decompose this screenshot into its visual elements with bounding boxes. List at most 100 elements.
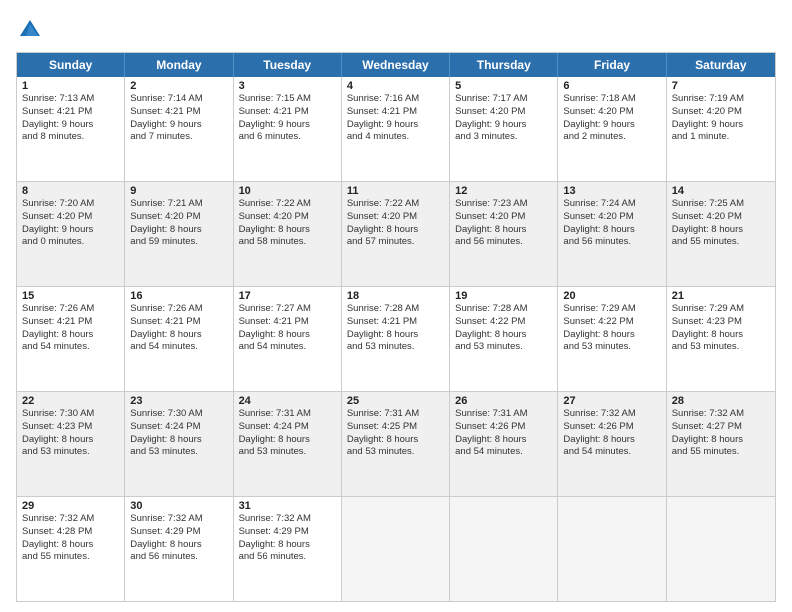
cell-info-line: and 1 minute.	[672, 131, 770, 144]
calendar-body: 1Sunrise: 7:13 AMSunset: 4:21 PMDaylight…	[17, 77, 775, 601]
table-row	[667, 497, 775, 601]
cell-info-line: Daylight: 8 hours	[347, 434, 444, 447]
cell-info-line: Sunset: 4:20 PM	[130, 211, 227, 224]
cell-info-line: Sunset: 4:21 PM	[130, 106, 227, 119]
day-number: 17	[239, 290, 336, 302]
cell-info-line: and 2 minutes.	[563, 131, 660, 144]
table-row: 20Sunrise: 7:29 AMSunset: 4:22 PMDayligh…	[558, 287, 666, 391]
table-row: 6Sunrise: 7:18 AMSunset: 4:20 PMDaylight…	[558, 77, 666, 181]
cell-info-line: Sunset: 4:21 PM	[22, 316, 119, 329]
cell-info-line: Sunrise: 7:31 AM	[239, 408, 336, 421]
day-number: 26	[455, 395, 552, 407]
header-day-saturday: Saturday	[667, 53, 775, 77]
table-row: 27Sunrise: 7:32 AMSunset: 4:26 PMDayligh…	[558, 392, 666, 496]
day-number: 23	[130, 395, 227, 407]
cell-info-line: Sunset: 4:23 PM	[672, 316, 770, 329]
cell-info-line: and 56 minutes.	[130, 551, 227, 564]
cell-info-line: Sunrise: 7:23 AM	[455, 198, 552, 211]
cell-info-line: Sunrise: 7:21 AM	[130, 198, 227, 211]
table-row: 5Sunrise: 7:17 AMSunset: 4:20 PMDaylight…	[450, 77, 558, 181]
cell-info-line: Daylight: 8 hours	[563, 224, 660, 237]
day-number: 14	[672, 185, 770, 197]
day-number: 1	[22, 80, 119, 92]
cell-info-line: and 55 minutes.	[672, 236, 770, 249]
calendar-week-2: 8Sunrise: 7:20 AMSunset: 4:20 PMDaylight…	[17, 181, 775, 286]
cell-info-line: Sunrise: 7:29 AM	[672, 303, 770, 316]
day-number: 28	[672, 395, 770, 407]
day-number: 18	[347, 290, 444, 302]
cell-info-line: Daylight: 8 hours	[672, 329, 770, 342]
table-row: 21Sunrise: 7:29 AMSunset: 4:23 PMDayligh…	[667, 287, 775, 391]
cell-info-line: Sunset: 4:28 PM	[22, 526, 119, 539]
cell-info-line: Daylight: 8 hours	[22, 434, 119, 447]
cell-info-line: Sunset: 4:21 PM	[22, 106, 119, 119]
day-number: 7	[672, 80, 770, 92]
table-row: 7Sunrise: 7:19 AMSunset: 4:20 PMDaylight…	[667, 77, 775, 181]
cell-info-line: Daylight: 8 hours	[130, 224, 227, 237]
calendar-week-5: 29Sunrise: 7:32 AMSunset: 4:28 PMDayligh…	[17, 496, 775, 601]
cell-info-line: and 53 minutes.	[130, 446, 227, 459]
table-row: 23Sunrise: 7:30 AMSunset: 4:24 PMDayligh…	[125, 392, 233, 496]
cell-info-line: and 3 minutes.	[455, 131, 552, 144]
header-day-sunday: Sunday	[17, 53, 125, 77]
cell-info-line: and 54 minutes.	[563, 446, 660, 459]
cell-info-line: Sunset: 4:20 PM	[563, 211, 660, 224]
cell-info-line: Sunrise: 7:28 AM	[455, 303, 552, 316]
day-number: 6	[563, 80, 660, 92]
day-number: 21	[672, 290, 770, 302]
table-row: 28Sunrise: 7:32 AMSunset: 4:27 PMDayligh…	[667, 392, 775, 496]
cell-info-line: Sunrise: 7:28 AM	[347, 303, 444, 316]
table-row: 15Sunrise: 7:26 AMSunset: 4:21 PMDayligh…	[17, 287, 125, 391]
cell-info-line: Daylight: 9 hours	[563, 119, 660, 132]
cell-info-line: Sunrise: 7:13 AM	[22, 93, 119, 106]
cell-info-line: and 54 minutes.	[22, 341, 119, 354]
day-number: 25	[347, 395, 444, 407]
cell-info-line: Sunrise: 7:32 AM	[130, 513, 227, 526]
cell-info-line: Daylight: 9 hours	[239, 119, 336, 132]
day-number: 22	[22, 395, 119, 407]
day-number: 12	[455, 185, 552, 197]
cell-info-line: and 53 minutes.	[239, 446, 336, 459]
header-day-thursday: Thursday	[450, 53, 558, 77]
table-row	[558, 497, 666, 601]
day-number: 16	[130, 290, 227, 302]
cell-info-line: Sunset: 4:27 PM	[672, 421, 770, 434]
day-number: 8	[22, 185, 119, 197]
day-number: 3	[239, 80, 336, 92]
cell-info-line: Daylight: 8 hours	[672, 434, 770, 447]
cell-info-line: Daylight: 9 hours	[672, 119, 770, 132]
cell-info-line: Sunset: 4:22 PM	[455, 316, 552, 329]
day-number: 20	[563, 290, 660, 302]
header-day-friday: Friday	[558, 53, 666, 77]
day-number: 15	[22, 290, 119, 302]
cell-info-line: and 7 minutes.	[130, 131, 227, 144]
cell-info-line: Daylight: 8 hours	[672, 224, 770, 237]
header-day-tuesday: Tuesday	[234, 53, 342, 77]
logo-icon	[16, 16, 44, 44]
cell-info-line: Sunrise: 7:22 AM	[239, 198, 336, 211]
cell-info-line: Daylight: 8 hours	[347, 329, 444, 342]
day-number: 9	[130, 185, 227, 197]
table-row: 26Sunrise: 7:31 AMSunset: 4:26 PMDayligh…	[450, 392, 558, 496]
cell-info-line: and 56 minutes.	[239, 551, 336, 564]
cell-info-line: and 54 minutes.	[130, 341, 227, 354]
cell-info-line: Sunrise: 7:29 AM	[563, 303, 660, 316]
cell-info-line: Sunset: 4:20 PM	[347, 211, 444, 224]
cell-info-line: Daylight: 9 hours	[347, 119, 444, 132]
cell-info-line: Daylight: 8 hours	[22, 329, 119, 342]
table-row: 10Sunrise: 7:22 AMSunset: 4:20 PMDayligh…	[234, 182, 342, 286]
cell-info-line: Sunset: 4:20 PM	[455, 211, 552, 224]
cell-info-line: Daylight: 9 hours	[455, 119, 552, 132]
day-number: 11	[347, 185, 444, 197]
cell-info-line: Daylight: 8 hours	[239, 539, 336, 552]
table-row: 3Sunrise: 7:15 AMSunset: 4:21 PMDaylight…	[234, 77, 342, 181]
table-row: 19Sunrise: 7:28 AMSunset: 4:22 PMDayligh…	[450, 287, 558, 391]
cell-info-line: Daylight: 8 hours	[455, 224, 552, 237]
cell-info-line: Sunset: 4:24 PM	[130, 421, 227, 434]
cell-info-line: Sunset: 4:23 PM	[22, 421, 119, 434]
cell-info-line: and 53 minutes.	[22, 446, 119, 459]
cell-info-line: Sunrise: 7:32 AM	[22, 513, 119, 526]
cell-info-line: Daylight: 9 hours	[22, 119, 119, 132]
table-row: 25Sunrise: 7:31 AMSunset: 4:25 PMDayligh…	[342, 392, 450, 496]
cell-info-line: Sunset: 4:21 PM	[347, 106, 444, 119]
